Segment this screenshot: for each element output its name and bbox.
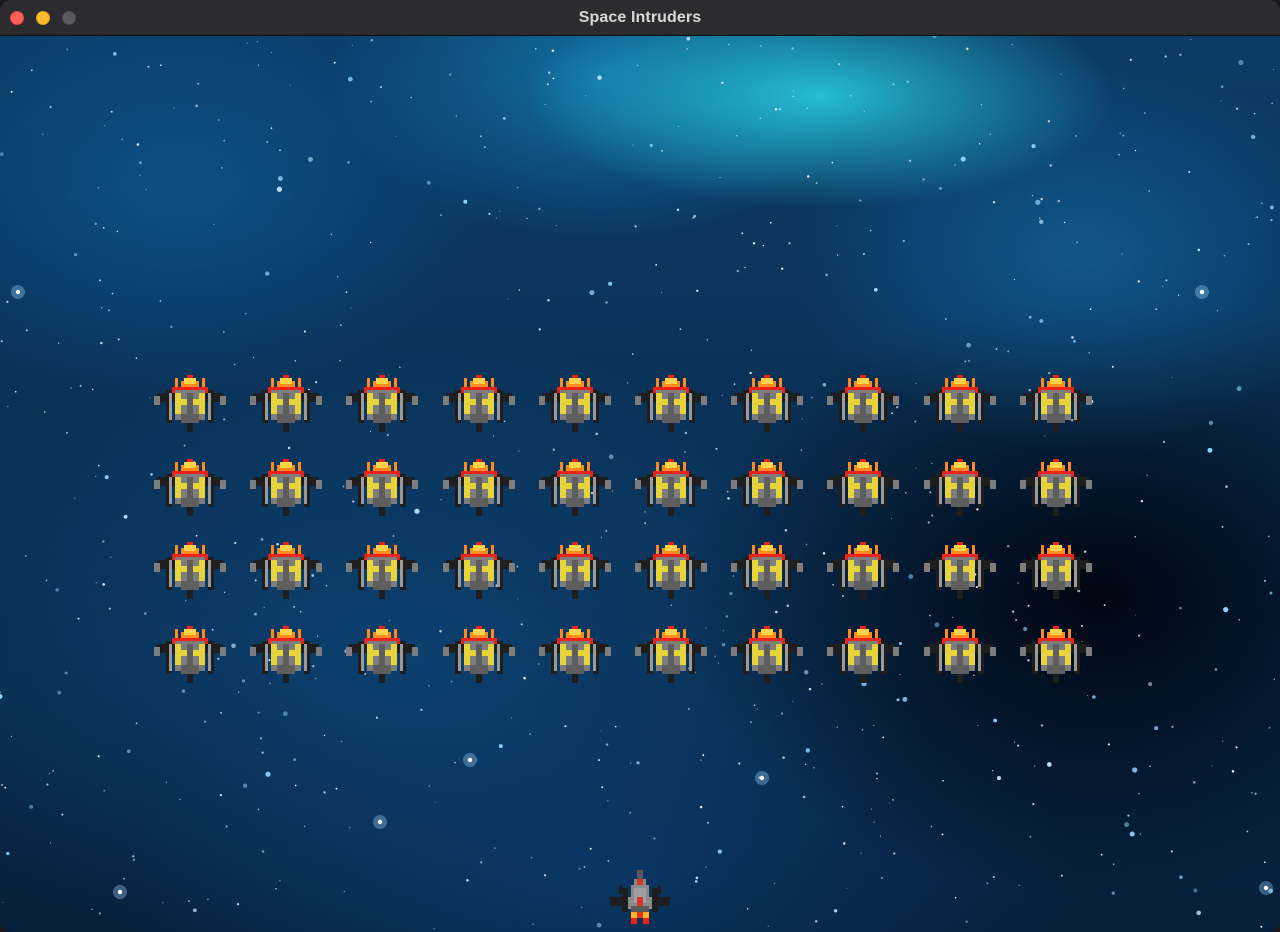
alien-fighter-icon (635, 625, 707, 683)
alien-fighter-icon (250, 625, 323, 683)
alien-fighter-icon (923, 458, 996, 516)
alien-fighter-icon (731, 375, 804, 432)
game-window: Space Intruders (0, 0, 1280, 932)
alien-fighter-icon (346, 625, 419, 683)
alien-fighter-icon (154, 542, 226, 599)
alien-fighter-icon (1019, 625, 1092, 683)
alien-fighter-icon (250, 542, 323, 599)
alien-fighter-icon (346, 375, 419, 432)
alien-fighter-icon (442, 375, 515, 432)
title-bar: Space Intruders (0, 0, 1280, 36)
alien-fighter-icon (635, 375, 707, 432)
alien-fighter-icon (923, 542, 996, 599)
alien-fighter-icon (346, 458, 419, 516)
alien-fighter-icon (538, 458, 611, 516)
alien-fighter-icon (442, 625, 515, 683)
alien-fighter-icon (346, 542, 419, 599)
alien-fighter-icon (827, 375, 900, 432)
alien-fighter-icon (731, 458, 804, 516)
alien-fighter-icon (442, 458, 515, 516)
alien-fighter-icon (442, 542, 515, 599)
alien-fighter-icon (538, 625, 611, 683)
alien-fighter-icon (923, 375, 996, 432)
alien-fighter-icon (1019, 542, 1092, 599)
alien-fighter-icon (923, 625, 996, 683)
alien-fighter-icon (250, 458, 323, 516)
game-canvas[interactable] (0, 36, 1280, 932)
alien-fighter-icon (538, 542, 611, 599)
alien-fighter-icon (1019, 375, 1092, 432)
alien-fighter-icon (250, 375, 323, 432)
alien-fighter-icon (154, 375, 226, 432)
alien-fighter-icon (827, 625, 900, 683)
player-ship-icon (610, 870, 670, 924)
alien-fighter-icon (635, 458, 707, 516)
alien-fighter-icon (154, 458, 226, 516)
alien-fighter-icon (538, 375, 611, 432)
window-title: Space Intruders (578, 9, 702, 26)
alien-fighter-icon (731, 625, 804, 683)
alien-fighter-icon (827, 458, 900, 516)
alien-fighter-icon (827, 542, 900, 599)
alien-fighter-icon (731, 542, 804, 599)
alien-fighter-icon (635, 542, 707, 599)
alien-fighter-icon (154, 625, 226, 683)
alien-fighter-icon (1019, 458, 1092, 516)
